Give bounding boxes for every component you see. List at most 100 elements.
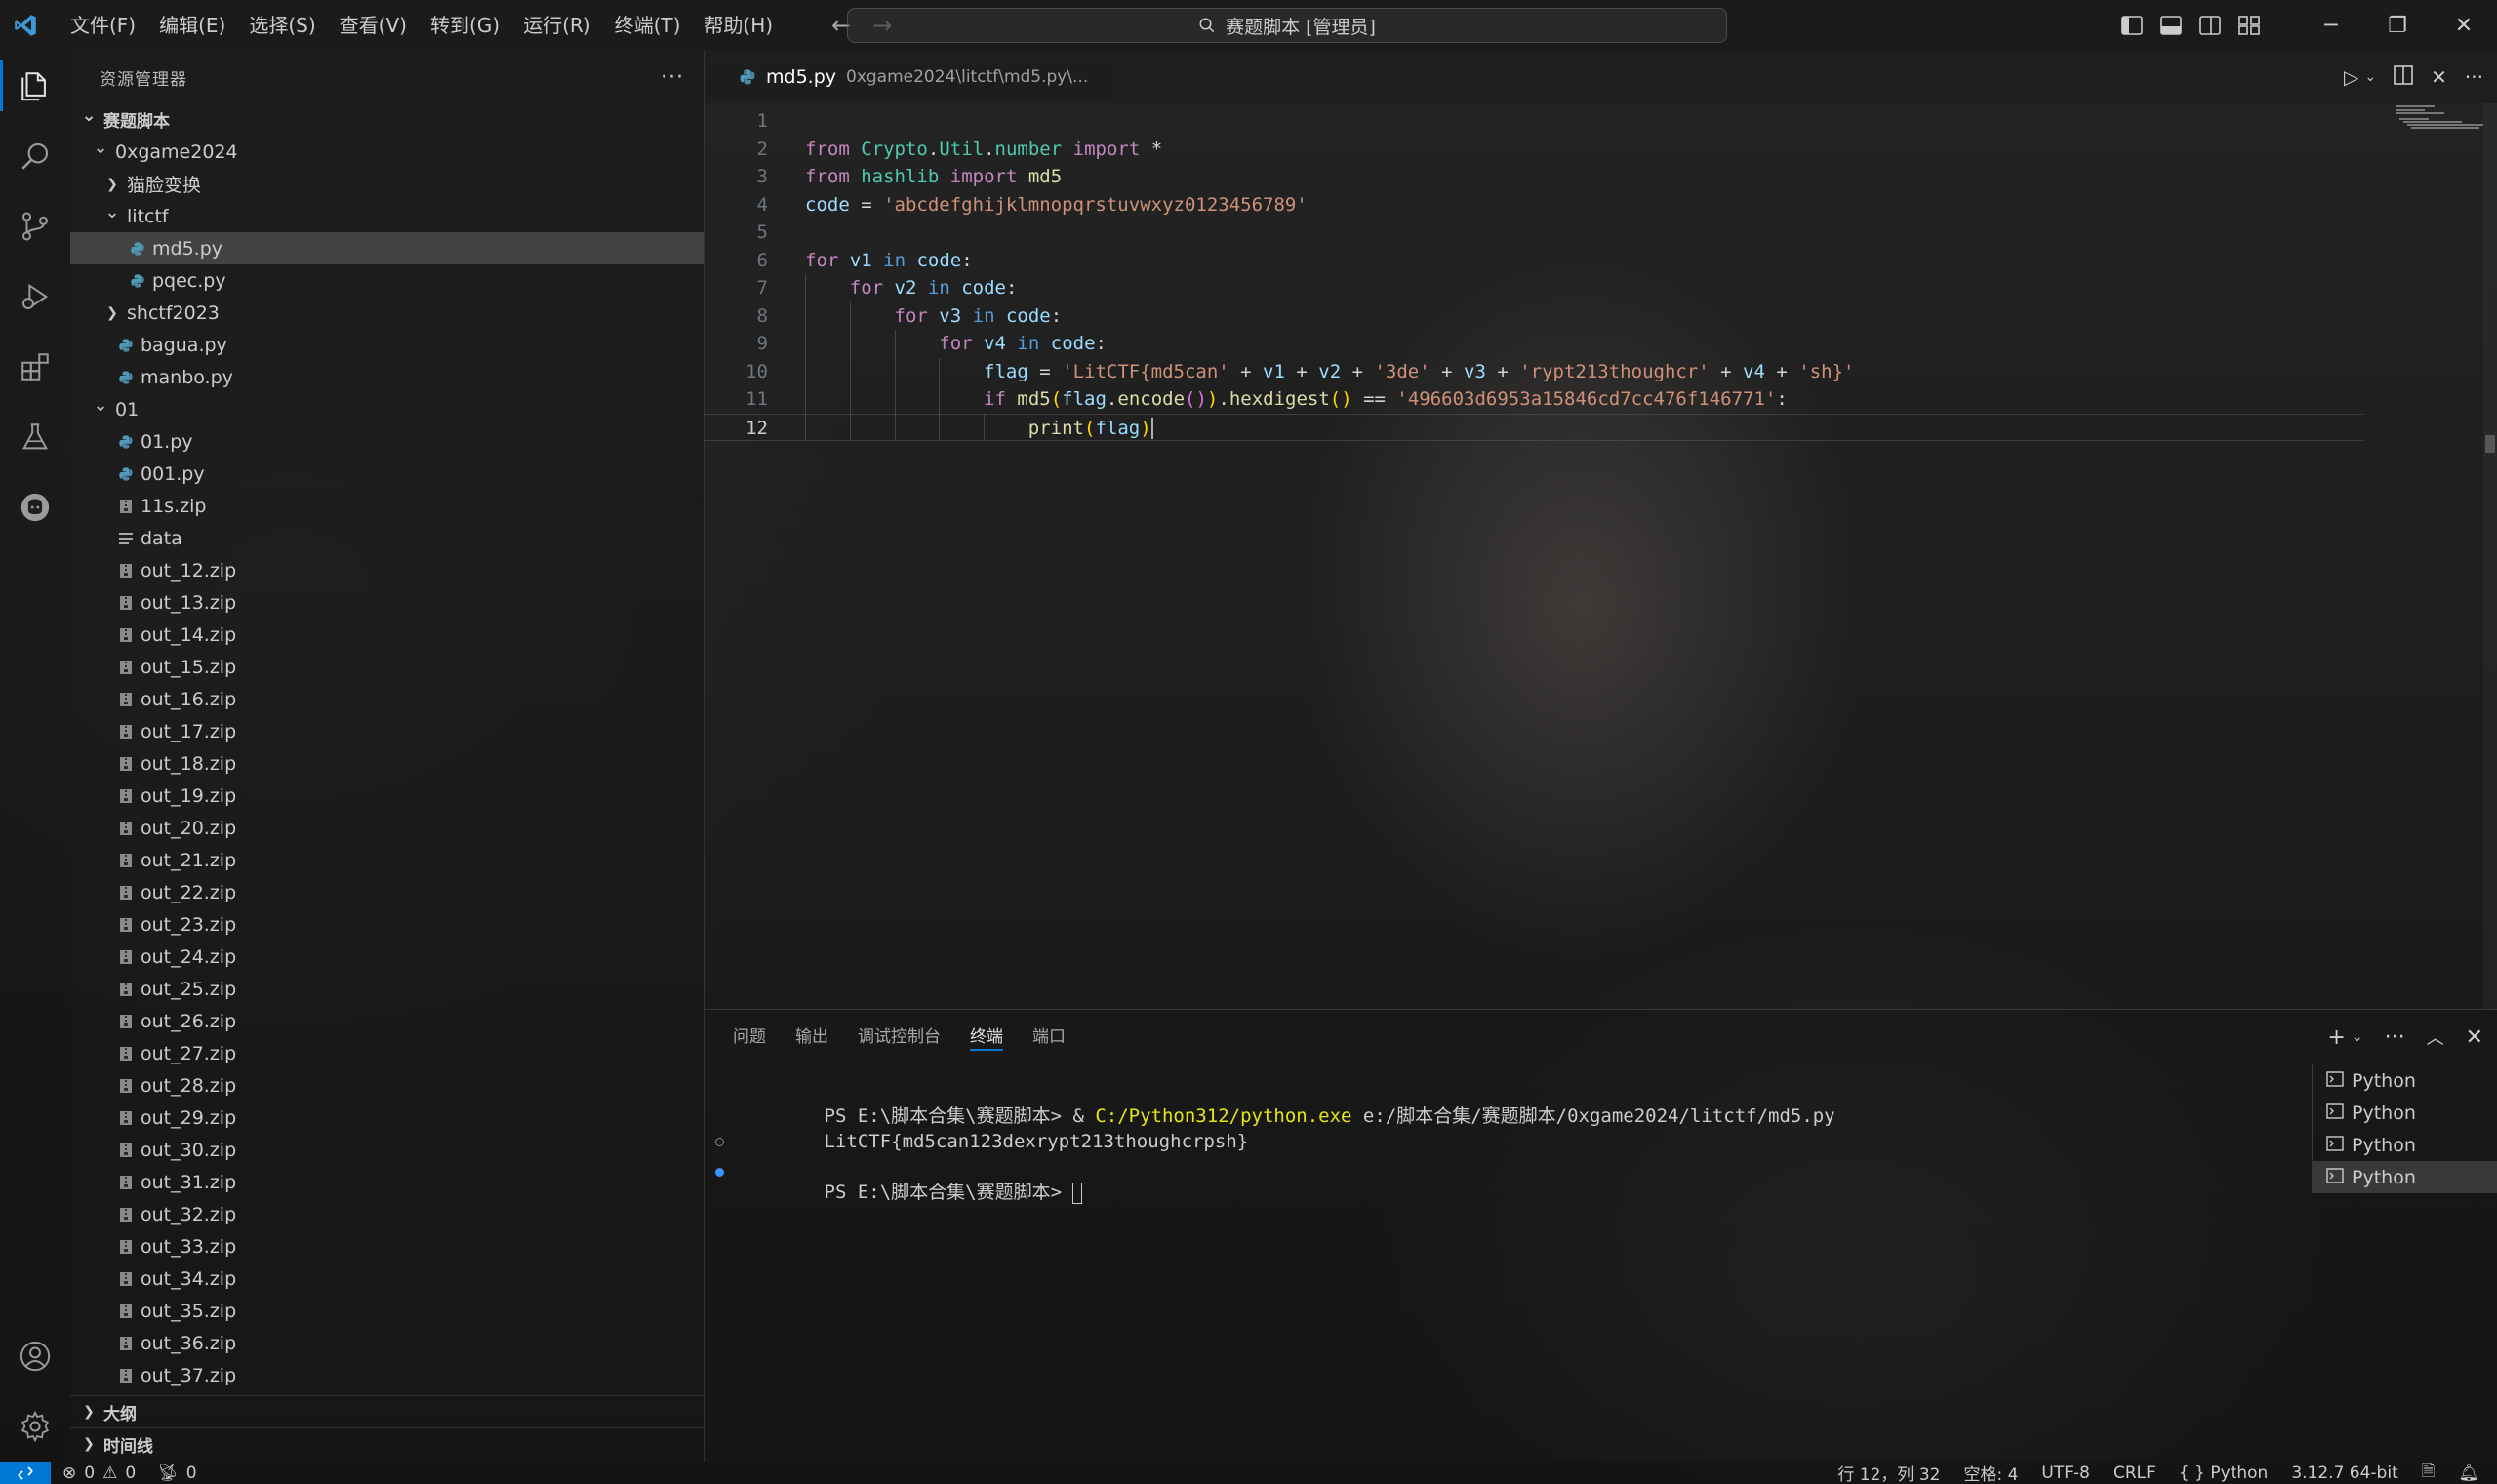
testing-flask-icon[interactable] [0,402,70,472]
menu-selection[interactable]: 选择(S) [237,0,327,51]
tree-file[interactable]: 01.py [70,425,704,458]
status-problems[interactable]: ⊗ 0 ⚠ 0 📡︎ 0 [62,1464,197,1483]
tree-file[interactable]: out_24.zip [70,941,704,973]
toggle-primary-sidebar-icon[interactable] [2113,0,2152,51]
source-control-icon[interactable] [0,191,70,261]
panel-tab[interactable]: 输出 [795,1010,852,1064]
cursor-position[interactable]: 行 12，列 32 [1837,1461,1940,1484]
terminal-instance[interactable]: Python [2313,1097,2497,1129]
tree-file[interactable]: bagua.py [70,329,704,361]
terminal-instance[interactable]: Python [2313,1064,2497,1097]
close-window-icon[interactable]: ✕ [2431,0,2497,51]
panel-tab[interactable]: 终端 [970,1010,1027,1064]
editor-scrollbar-thumb[interactable] [2485,435,2495,453]
explorer-icon[interactable] [0,51,70,121]
tree-file[interactable]: out_25.zip [70,973,704,1005]
menu-view[interactable]: 查看(V) [328,0,419,51]
new-terminal-plus-icon[interactable]: + [2327,1025,2345,1050]
tree-file[interactable]: out_36.zip [70,1327,704,1359]
extensions-icon[interactable] [0,332,70,402]
running-command-dot-icon[interactable] [715,1168,724,1177]
python-interpreter[interactable]: 3.12.7 64-bit [2291,1464,2397,1483]
terminal-instance[interactable]: Python [2313,1161,2497,1193]
tree-file[interactable]: out_19.zip [70,780,704,812]
tree-folder[interactable]: ⌄ litctf [70,200,704,232]
panel-tab[interactable]: 调试控制台 [858,1010,964,1064]
outline-section[interactable]: ❯ 大纲 [70,1395,704,1427]
tree-folder[interactable]: ❯ 猫脸变换 [70,168,704,200]
tree-file[interactable]: out_20.zip [70,812,704,844]
menu-go[interactable]: 转到(G) [419,0,511,51]
command-decoration-icon[interactable] [715,1138,724,1146]
line-ending[interactable]: CRLF [2114,1464,2155,1483]
tree-file[interactable]: out_16.zip [70,683,704,715]
tree-file[interactable]: out_14.zip [70,619,704,651]
tree-file[interactable]: out_18.zip [70,747,704,780]
toggle-secondary-sidebar-icon[interactable] [2191,0,2230,51]
run-python-file-icon[interactable]: ▷ [2344,65,2358,89]
tree-file[interactable]: out_17.zip [70,715,704,747]
language-mode[interactable]: { } Python [2179,1464,2268,1483]
indentation[interactable]: 空格: 4 [1963,1461,2018,1484]
tree-file[interactable]: out_33.zip [70,1230,704,1263]
tab-md5-py[interactable]: md5.py 0xgame2024\litctf\md5.py\... [705,51,1110,103]
menu-edit[interactable]: 编辑(E) [147,0,237,51]
tree-folder[interactable]: ⌄ 01 [70,393,704,425]
tree-folder[interactable]: ❯ shctf2023 [70,297,704,329]
close-editor-icon[interactable]: ✕ [2431,65,2447,89]
tree-folder[interactable]: ⌄ 赛题脚本 [70,103,704,136]
menu-file[interactable]: 文件(F) [59,0,147,51]
menu-run[interactable]: 运行(R) [511,0,603,51]
settings-gear-icon[interactable] [0,1391,70,1462]
search-activity-icon[interactable] [0,121,70,191]
timeline-section[interactable]: ❯ 时间线 [70,1427,704,1460]
tree-file[interactable]: out_35.zip [70,1295,704,1327]
terminal-instance[interactable]: Python [2313,1129,2497,1161]
tree-folder[interactable]: ⌄ 0xgame2024 [70,136,704,168]
tree-file[interactable]: out_15.zip [70,651,704,683]
minimize-icon[interactable]: ─ [2298,0,2364,51]
tree-file[interactable]: out_31.zip [70,1166,704,1198]
more-actions-icon[interactable]: ··· [661,65,684,90]
tree-file[interactable]: out_37.zip [70,1359,704,1391]
tree-file[interactable]: out_30.zip [70,1134,704,1166]
command-center-search[interactable]: 赛题脚本 [管理员] [847,8,1727,43]
editor-scrollbar[interactable] [2483,103,2497,1009]
tree-file[interactable]: out_12.zip [70,554,704,586]
tree-file[interactable]: md5.py [70,232,704,264]
tree-file[interactable]: out_27.zip [70,1037,704,1069]
run-dropdown-chevron-icon[interactable]: ⌄ [2364,69,2376,85]
editor-more-actions-icon[interactable]: ··· [2465,65,2483,89]
tree-file[interactable]: out_21.zip [70,844,704,876]
menu-terminal[interactable]: 终端(T) [603,0,693,51]
remote-indicator-icon[interactable] [0,1462,51,1484]
github-icon[interactable] [0,472,70,542]
account-icon[interactable] [0,1321,70,1391]
terminal-dropdown-chevron-icon[interactable]: ⌄ [2352,1029,2363,1045]
run-and-debug-icon[interactable] [0,261,70,332]
tree-file[interactable]: data [70,522,704,554]
tree-file[interactable]: out_32.zip [70,1198,704,1230]
tree-file[interactable]: out_23.zip [70,908,704,941]
notifications-bell-icon[interactable]: 🔔︎ [2458,1464,2479,1483]
minimap[interactable] [2396,103,2483,133]
terminal-output[interactable]: PS E:\脚本合集\赛题脚本> & C:/Python312/python.e… [715,1078,2023,1204]
panel-tab[interactable]: 问题 [733,1010,789,1064]
tree-file[interactable]: out_34.zip [70,1263,704,1295]
tree-file[interactable]: out_28.zip [70,1069,704,1102]
tree-file[interactable]: out_29.zip [70,1102,704,1134]
maximize-panel-chevron-up-icon[interactable]: ︿ [2427,1024,2444,1050]
split-editor-icon[interactable] [2394,64,2413,90]
tree-file[interactable]: out_22.zip [70,876,704,908]
encoding[interactable]: UTF-8 [2041,1464,2090,1483]
json-settings-icon[interactable]: 🗎︎ [2422,1459,2436,1484]
tree-file[interactable]: manbo.py [70,361,704,393]
restore-icon[interactable]: ❐ [2364,0,2431,51]
panel-more-actions-icon[interactable]: ··· [2385,1025,2405,1050]
tree-file[interactable]: out_26.zip [70,1005,704,1037]
code-editor[interactable]: 1 2 from Crypto.Util.number import * 3 from … [705,103,2497,1009]
tree-file[interactable]: 11s.zip [70,490,704,522]
menu-help[interactable]: 帮助(H) [692,0,785,51]
panel-tab[interactable]: 端口 [1032,1010,1089,1064]
customize-layout-icon[interactable] [2230,0,2269,51]
